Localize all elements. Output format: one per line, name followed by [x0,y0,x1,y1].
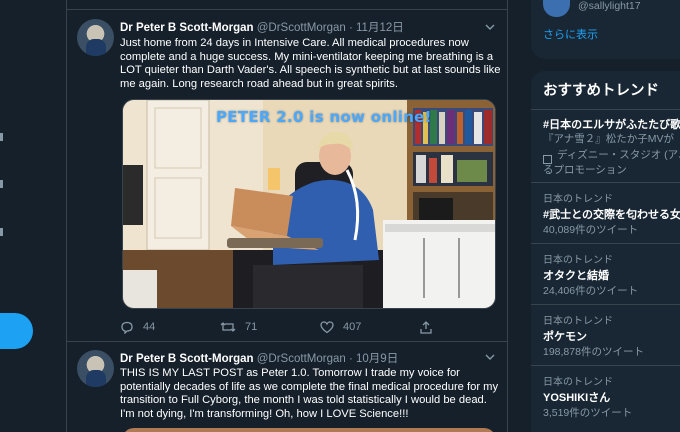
timeline: Dr Peter B Scott-Morgan @DrScottMorgan ·… [66,0,508,432]
trend-context: 日本のトレンド [543,194,613,205]
avatar[interactable] [77,19,114,56]
retweet-count: 71 [245,321,258,333]
divider [531,365,680,366]
trend-count: 24,406件のツイート [543,285,639,297]
tweet-image[interactable] [122,428,496,432]
tweet-date[interactable]: 10月9日 [356,353,398,365]
tweet-image[interactable]: PETER 2.0 is now online! [122,99,496,309]
user-handle[interactable]: @sallylight17 [578,0,641,12]
heart-icon [320,320,334,333]
promoter-suffix: るプロモーション [543,164,627,176]
show-more-link[interactable]: さらに表示 [543,26,598,42]
tweet-header: Dr Peter B Scott-Morgan @DrScottMorgan ·… [120,19,404,35]
trend-context: 日本のトレンド [543,377,613,388]
like-button[interactable]: 407 [320,319,361,335]
trends-title: おすすめトレンド [543,83,659,99]
trends-panel: おすすめトレンド #日本のエルサがふたたび歌う 『アナ雪２』松たか子MVが ディ… [531,71,680,432]
separator: · [348,353,353,365]
divider [531,109,680,110]
divider [531,304,680,305]
separator: · [348,22,353,34]
divider [531,182,680,183]
reply-icon [121,321,133,334]
share-button[interactable] [420,319,441,335]
image-caption: PETER 2.0 is now online! [216,108,432,126]
like-count: 407 [343,321,362,333]
tweet-actions: 44 71 407 [120,319,500,335]
avatar[interactable] [543,0,570,17]
trend-name[interactable]: ポケモン [543,328,587,344]
nav-icon-edge[interactable] [0,133,3,141]
retweet-icon [220,322,236,332]
chevron-down-icon[interactable] [485,22,495,32]
nav-icon-edge[interactable] [0,228,3,236]
reply-button[interactable]: 44 [120,319,155,335]
trend-context: 日本のトレンド [543,255,613,266]
tweet-header: Dr Peter B Scott-Morgan @DrScottMorgan ·… [120,350,398,366]
promoter: ディズニー・スタジオ (アニ [557,149,680,161]
who-to-follow-panel: @sallylight17 さらに表示 [531,0,680,59]
avatar[interactable] [77,350,114,387]
trend-count: 3,519件のツイート [543,407,633,419]
divider [531,243,680,244]
tweet-text: Just home from 24 days in Intensive Care… [120,37,501,90]
author-name[interactable]: Dr Peter B Scott-Morgan [120,353,254,365]
chevron-down-icon[interactable] [485,352,495,362]
trend-context: 日本のトレンド [543,316,613,327]
trend-count: 198,878件のツイート [543,346,644,358]
reply-count: 44 [143,321,156,333]
right-sidebar: @sallylight17 さらに表示 おすすめトレンド #日本のエルサがふたた… [531,0,680,432]
author-handle[interactable]: @DrScottMorgan [257,353,346,365]
left-navigation [0,0,66,432]
share-icon [420,320,432,334]
author-name[interactable]: Dr Peter B Scott-Morgan [120,22,254,34]
trend-name[interactable]: オタクと結婚 [543,267,609,283]
tweet[interactable]: Dr Peter B Scott-Morgan @DrScottMorgan ·… [67,342,507,432]
trend-name[interactable]: YOSHIKIさん [543,389,610,405]
tweet-date[interactable]: 11月12日 [356,22,404,34]
tweet[interactable]: Dr Peter B Scott-Morgan @DrScottMorgan ·… [67,9,507,342]
trend-description: 『アナ雪２』松たか子MVが [543,133,675,145]
trend-count: 40,089件のツイート [543,224,639,236]
retweet-button[interactable]: 71 [220,319,257,335]
nav-icon-edge[interactable] [0,180,3,188]
trend-name[interactable]: #武士との交際を匂わせる女 [543,206,680,222]
trend-name[interactable]: #日本のエルサがふたたび歌う [543,116,680,132]
author-handle[interactable]: @DrScottMorgan [257,22,346,34]
tweet-text: THIS IS MY LAST POST as Peter 1.0. Tomor… [120,367,499,420]
compose-tweet-button[interactable] [0,313,33,349]
